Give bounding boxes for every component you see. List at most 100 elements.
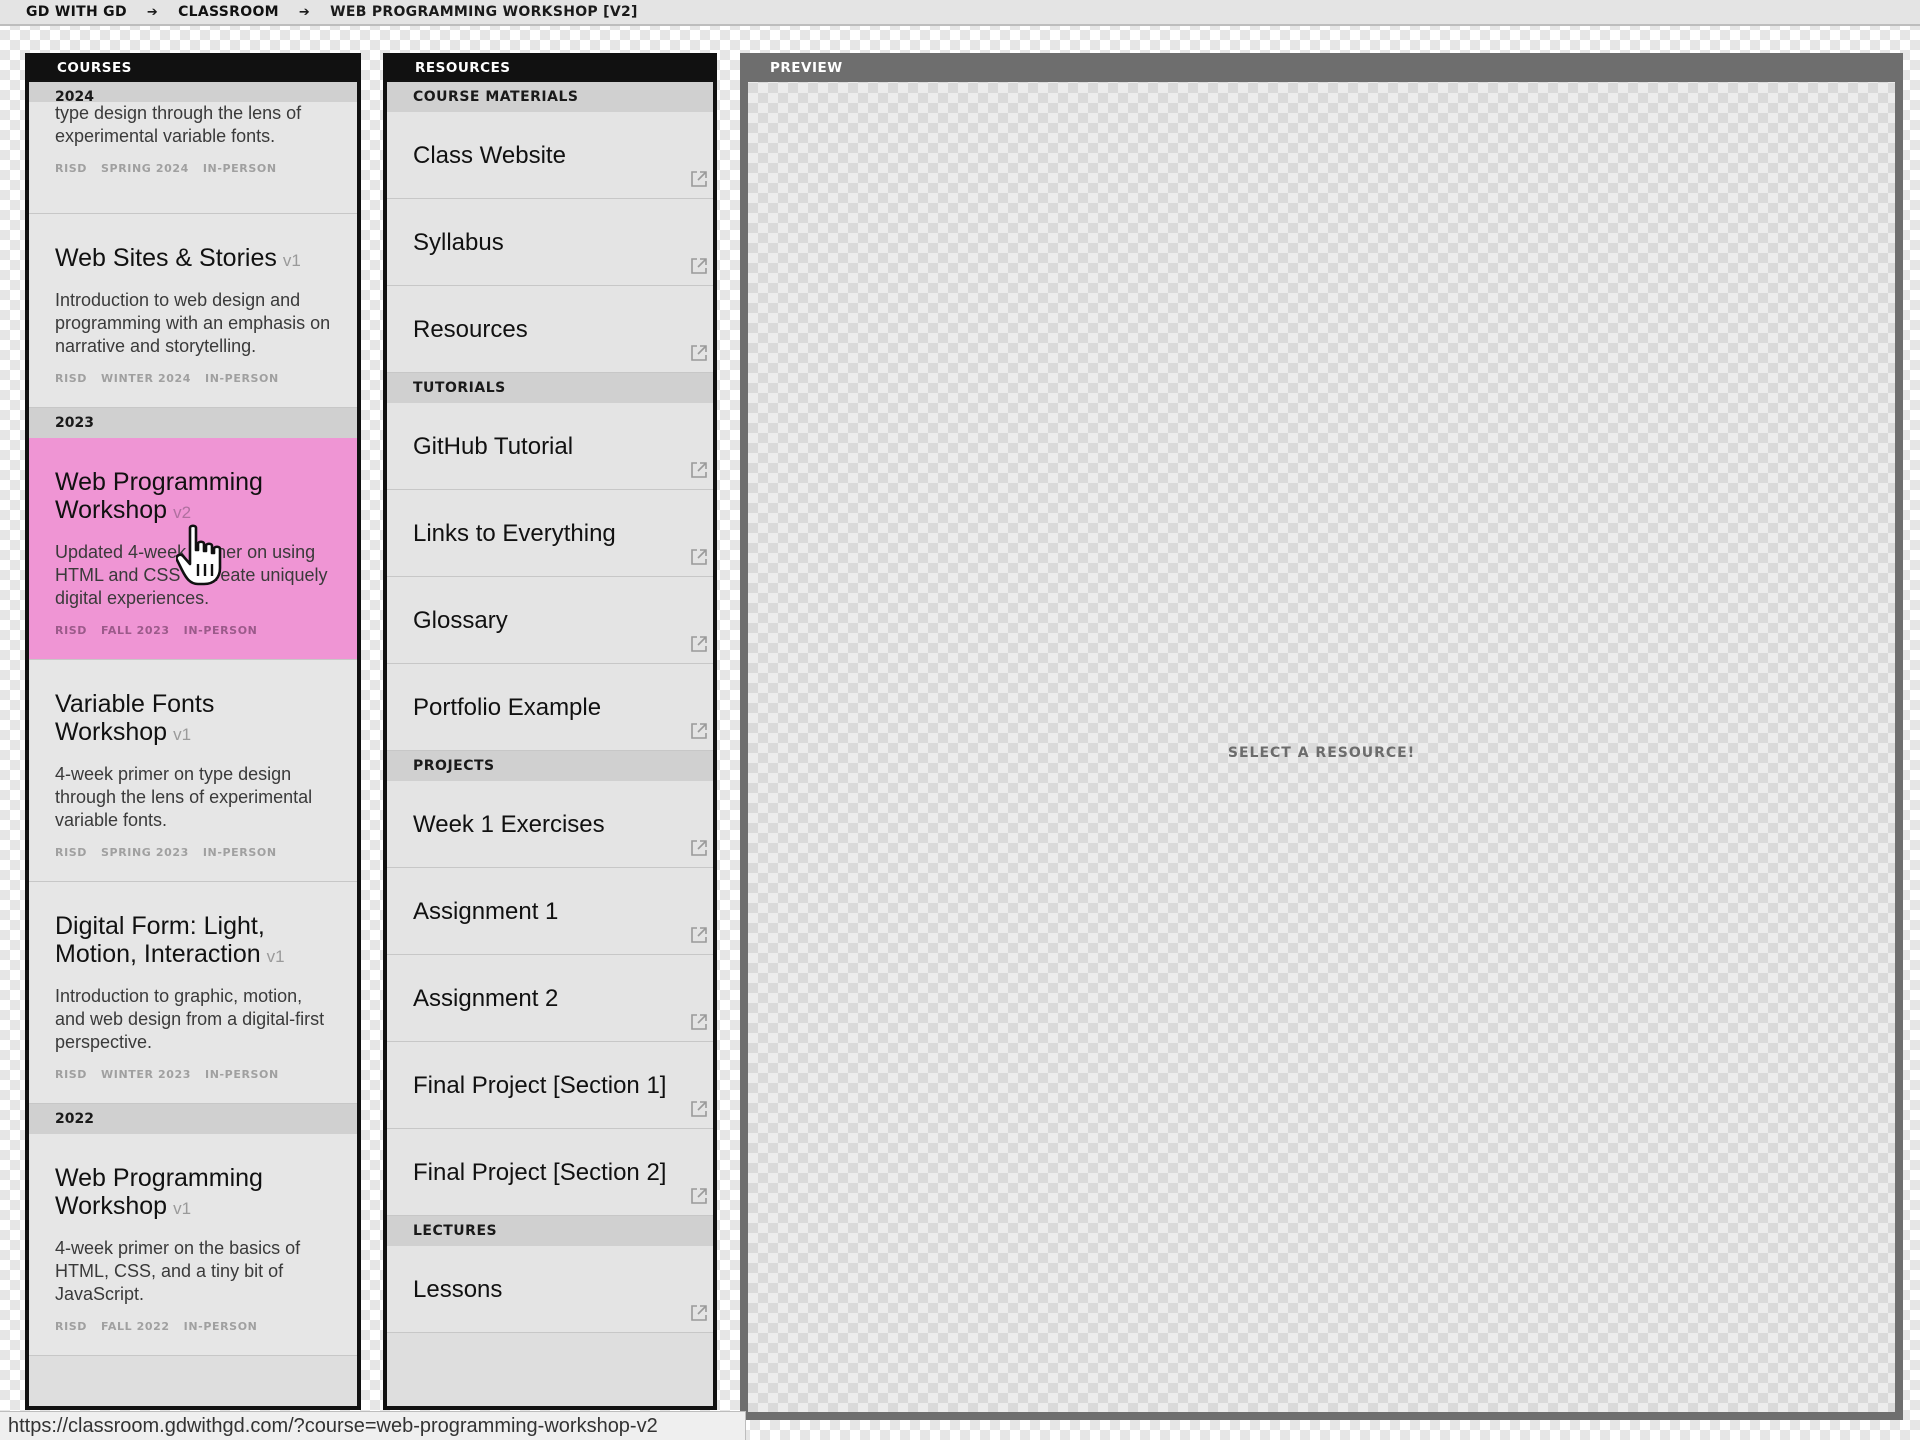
resource-item-week-1-exercises[interactable]: Week 1 Exercises [387, 781, 713, 868]
courses-panel: COURSES 2024 type design through the len… [25, 53, 361, 1410]
breadcrumb-arrow-icon: ➔ [298, 4, 311, 20]
course-desc: Introduction to web design and programmi… [55, 290, 331, 356]
course-version: v1 [282, 251, 301, 270]
external-link-icon[interactable] [690, 926, 708, 944]
external-link-icon[interactable] [690, 1187, 708, 1205]
course-card-web-sites-stories[interactable]: Web Sites & Stories v1 Introduction to we… [29, 214, 357, 408]
course-meta: RISD SPRING 2024 IN-PERSON [55, 162, 335, 175]
course-format: IN-PERSON [183, 624, 258, 637]
resource-title: Syllabus [413, 229, 504, 256]
course-meta: RISD WINTER 2024 IN-PERSON [55, 372, 335, 385]
course-term: FALL 2023 [101, 624, 170, 637]
resource-title: Class Website [413, 142, 566, 169]
course-format: IN-PERSON [183, 1320, 258, 1333]
course-term: FALL 2022 [101, 1320, 170, 1333]
course-school: RISD [55, 1068, 88, 1081]
resource-title: Glossary [413, 607, 508, 634]
course-title: Web Programming Workshop v1 [55, 1164, 263, 1220]
external-link-icon[interactable] [690, 344, 708, 362]
course-school: RISD [55, 1320, 88, 1333]
external-link-icon[interactable] [690, 170, 708, 188]
course-version: v1 [173, 1199, 192, 1218]
resource-title: Final Project [Section 2] [413, 1159, 667, 1186]
course-desc: 4-week primer on the basics of HTML, CSS… [55, 1238, 301, 1304]
resources-panel: RESOURCES COURSE MATERIALS Class Website S… [383, 53, 717, 1410]
resource-title: Assignment 1 [413, 898, 559, 925]
resource-list[interactable]: COURSE MATERIALS Class Website Syllabus Res… [387, 82, 713, 1333]
course-title: Digital Form: Light, Motion, Interaction… [55, 912, 285, 968]
external-link-icon[interactable] [690, 1100, 708, 1118]
course-term: SPRING 2024 [101, 162, 189, 175]
course-card-digital-form[interactable]: Digital Form: Light, Motion, Interaction… [29, 882, 357, 1104]
resource-title: GitHub Tutorial [413, 433, 574, 460]
course-format: IN-PERSON [205, 372, 279, 385]
breadcrumb-classroom[interactable]: CLASSROOM [178, 4, 279, 20]
resource-item-assignment-1[interactable]: Assignment 1 [387, 868, 713, 955]
course-desc: 4-week primer on type design through the… [55, 764, 313, 830]
resource-item-github-tutorial[interactable]: GitHub Tutorial [387, 403, 713, 490]
course-desc: Updated 4-week primer on using HTML and … [55, 542, 328, 608]
course-term: WINTER 2024 [101, 372, 191, 385]
course-meta: RISD SPRING 2023 IN-PERSON [55, 846, 335, 859]
resource-item-syllabus[interactable]: Syllabus [387, 199, 713, 286]
resource-section-projects: PROJECTS [387, 751, 713, 781]
resource-item-final-project-section-2[interactable]: Final Project [Section 2] [387, 1129, 713, 1216]
course-title: Web Programming Workshop v2 [55, 468, 263, 524]
resource-section-lectures: LECTURES [387, 1216, 713, 1246]
resource-item-final-project-section-1[interactable]: Final Project [Section 1] [387, 1042, 713, 1129]
resource-title: Portfolio Example [413, 694, 602, 721]
course-school: RISD [55, 372, 88, 385]
external-link-icon[interactable] [690, 548, 708, 566]
breadcrumb-current: WEB PROGRAMMING WORKSHOP [V2] [330, 4, 638, 20]
course-desc: Introduction to graphic, motion, and web… [55, 986, 325, 1052]
preview-header: PREVIEW [748, 53, 1895, 82]
breadcrumb-home[interactable]: GD WITH GD [26, 4, 127, 20]
course-version: v1 [173, 725, 192, 744]
preview-panel: PREVIEW SELECT A RESOURCE! [740, 53, 1903, 1420]
external-link-icon[interactable] [690, 635, 708, 653]
external-link-icon[interactable] [690, 839, 708, 857]
courses-header: COURSES [29, 53, 357, 82]
course-card-variable-fonts[interactable]: Variable Fonts Workshop v1 4-week primer … [29, 660, 357, 882]
breadcrumb: GD WITH GD ➔ CLASSROOM ➔ WEB PROGRAMMING… [0, 0, 1920, 26]
resource-item-portfolio-example[interactable]: Portfolio Example [387, 664, 713, 751]
resource-item-assignment-2[interactable]: Assignment 2 [387, 955, 713, 1042]
course-desc: type design through the lens of experime… [55, 103, 302, 146]
preview-empty-message: SELECT A RESOURCE! [1227, 745, 1416, 761]
course-term: WINTER 2023 [101, 1068, 191, 1081]
resource-item-lessons[interactable]: Lessons [387, 1246, 713, 1333]
course-school: RISD [55, 846, 88, 859]
course-school: RISD [55, 624, 88, 637]
external-link-icon[interactable] [690, 257, 708, 275]
course-card-web-programming-v1[interactable]: Web Programming Workshop v1 4-week primer… [29, 1134, 357, 1356]
course-card-variable-fonts-2024[interactable]: type design through the lens of experime… [29, 102, 357, 214]
course-card-web-programming-v2[interactable]: Web Programming Workshop v2 Updated 4-wee… [29, 438, 357, 660]
resource-item-links-to-everything[interactable]: Links to Everything [387, 490, 713, 577]
resources-header: RESOURCES [387, 53, 713, 82]
resource-item-glossary[interactable]: Glossary [387, 577, 713, 664]
resource-title: Resources [413, 316, 528, 343]
course-meta: RISD FALL 2022 IN-PERSON [55, 1320, 335, 1333]
course-school: RISD [55, 162, 88, 175]
course-format: IN-PERSON [202, 162, 277, 175]
resource-item-resources[interactable]: Resources [387, 286, 713, 373]
course-term: SPRING 2023 [101, 846, 189, 859]
resource-section-tutorials: TUTORIALS [387, 373, 713, 403]
resource-item-class-website[interactable]: Class Website [387, 112, 713, 199]
course-format: IN-PERSON [202, 846, 277, 859]
course-format: IN-PERSON [205, 1068, 279, 1081]
external-link-icon[interactable] [690, 722, 708, 740]
resource-section-course-materials: COURSE MATERIALS [387, 82, 713, 112]
resource-title: Links to Everything [413, 520, 616, 547]
course-list[interactable]: 2024 type design through the lens of exp… [29, 82, 357, 1356]
breadcrumb-arrow-icon: ➔ [146, 4, 159, 20]
course-version: v2 [173, 503, 192, 522]
external-link-icon[interactable] [690, 461, 708, 479]
external-link-icon[interactable] [690, 1013, 708, 1031]
resource-title: Assignment 2 [413, 985, 559, 1012]
course-title: Web Sites & Stories v1 [55, 244, 301, 272]
resource-title: Final Project [Section 1] [413, 1072, 667, 1099]
external-link-icon[interactable] [690, 1304, 708, 1322]
resource-title: Lessons [413, 1276, 503, 1303]
course-meta: RISD FALL 2023 IN-PERSON [55, 624, 335, 637]
